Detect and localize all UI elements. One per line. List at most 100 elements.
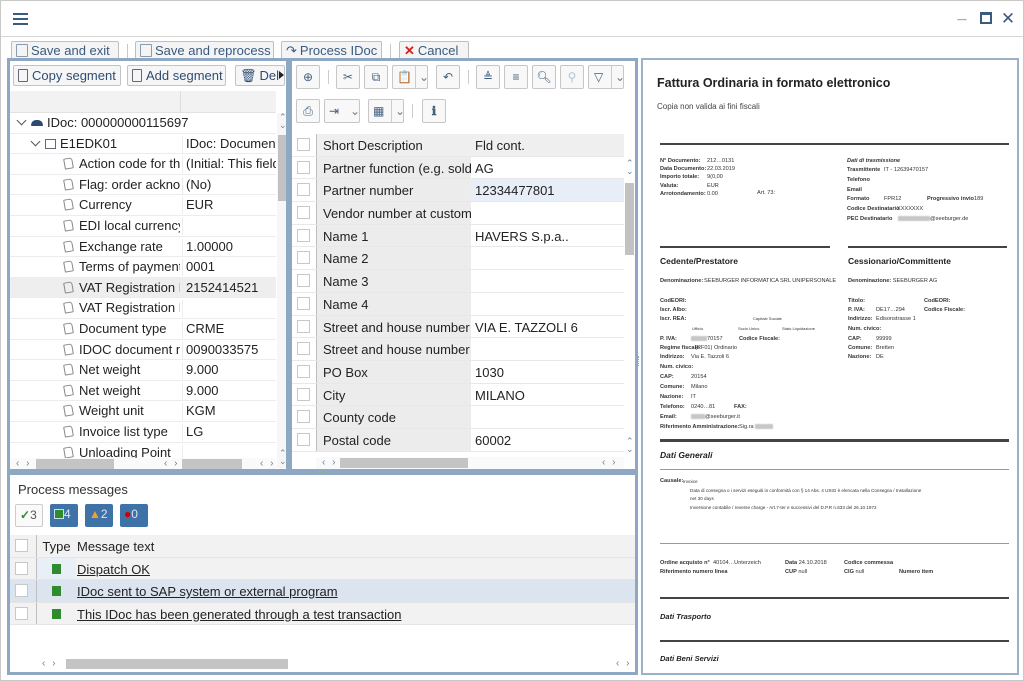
field-content[interactable]: MILANO — [471, 383, 624, 406]
field-table-row[interactable]: Street and house number 1 VIA E. TAZZOLI … — [292, 315, 624, 339]
row-checkbox[interactable] — [297, 364, 310, 378]
document-splitter[interactable] — [638, 356, 640, 366]
message-row[interactable]: This IDoc has been generated through a t… — [10, 602, 635, 625]
field-table-row[interactable]: Postal code 60002 — [292, 428, 624, 452]
field-content[interactable]: HAVERS S.p.a.. — [471, 224, 624, 247]
row-checkbox[interactable] — [297, 206, 310, 220]
field-content[interactable] — [471, 406, 624, 428]
field-table-row[interactable]: Partner function (e.g. sold... AG — [292, 156, 624, 180]
row-checkbox[interactable] — [297, 228, 310, 242]
horizontal-splitter[interactable] — [315, 472, 327, 474]
more-arrow-icon[interactable] — [279, 71, 284, 79]
field-table-row[interactable]: Name 3 — [292, 270, 624, 293]
field-content[interactable] — [471, 247, 624, 270]
row-checkbox[interactable] — [297, 160, 310, 174]
field-content[interactable] — [471, 270, 624, 292]
tree-field-row[interactable]: IDOC document num0090033575 — [10, 340, 276, 361]
field-content[interactable]: AG — [471, 156, 624, 179]
find-button[interactable]: 🔍︎ — [532, 65, 556, 89]
tree-field-row[interactable]: Weight unit KGM — [10, 401, 276, 422]
row-checkbox[interactable] — [297, 319, 310, 333]
field-vertical-scrollbar[interactable]: ⌃ ⌄ ⌃ ⌄ — [624, 157, 635, 454]
info-button[interactable]: ℹ — [422, 99, 446, 123]
tree-field-row[interactable]: Currency EUR — [10, 195, 276, 216]
field-horizontal-scrollbar[interactable]: ‹ › ‹ › — [316, 457, 624, 469]
tree-field-row[interactable]: Flag: order acknowle(No) — [10, 175, 276, 196]
tree-field-row[interactable]: VAT Registration Nur2152414521 — [10, 277, 276, 299]
row-checkbox[interactable] — [297, 410, 310, 424]
tree-field-row[interactable]: Net weight 9.000 — [10, 381, 276, 402]
field-table-row[interactable]: Partner number 12334477801 — [292, 179, 624, 203]
message-row[interactable]: IDoc sent to SAP system or external prog… — [10, 580, 635, 603]
field-content[interactable] — [471, 338, 624, 360]
print-button[interactable]: ⎙ — [296, 99, 320, 123]
chevron-down-icon[interactable]: ⌄ — [415, 66, 429, 88]
tree-field-row[interactable]: Net weight 9.000 — [10, 360, 276, 381]
chevron-down-icon[interactable] — [16, 115, 27, 126]
message-text-link[interactable]: This IDoc has been generated through a t… — [77, 607, 401, 622]
tree-field-row[interactable]: EDI local currency — [10, 216, 276, 237]
field-table-row[interactable]: Vendor number at custom... — [292, 202, 624, 225]
close-button[interactable]: ✕ — [999, 9, 1017, 29]
filter-success-button[interactable]: 4 — [50, 504, 78, 527]
vertical-splitter[interactable] — [287, 256, 290, 266]
chevron-down-icon[interactable]: ⌄ — [391, 100, 405, 122]
row-checkbox[interactable] — [15, 606, 28, 620]
row-checkbox[interactable] — [297, 183, 310, 197]
field-table-row[interactable]: PO Box 1030 — [292, 360, 624, 384]
field-table-row[interactable]: Name 1 HAVERS S.p.a.. — [292, 224, 624, 248]
tree-field-row[interactable]: VAT Registration Nur — [10, 298, 276, 319]
row-checkbox[interactable] — [15, 561, 28, 575]
layout-button[interactable]: ▦ ⌄ — [368, 99, 405, 123]
export-button[interactable]: ⇥ ⌄ — [324, 99, 360, 123]
chevron-down-icon[interactable]: ⌄ — [347, 100, 360, 122]
field-table-row[interactable]: Name 2 — [292, 247, 624, 271]
row-checkbox[interactable] — [297, 274, 310, 288]
field-content[interactable] — [471, 202, 624, 224]
tree-root-row[interactable]: IDoc: 000000000115697 — [10, 113, 276, 134]
find-next-button[interactable]: ⚲ — [560, 65, 584, 89]
field-content[interactable]: 12334477801 — [471, 179, 624, 202]
messages-horizontal-scrollbar[interactable]: ‹ › ‹ › — [36, 658, 635, 670]
menu-icon[interactable] — [13, 13, 28, 25]
tree-horizontal-scrollbar[interactable]: ‹ › ‹ › ‹ › — [10, 458, 276, 469]
tree-vertical-scrollbar[interactable]: ⌃ ⌄ ⌃ ⌄ — [277, 113, 286, 468]
row-checkbox[interactable] — [15, 584, 28, 597]
select-all-checkbox[interactable] — [297, 138, 310, 151]
chevron-down-icon[interactable]: ⌄ — [611, 66, 625, 88]
select-all-checkbox[interactable] — [15, 539, 28, 552]
sort-ascending-button[interactable]: ≜ — [476, 65, 500, 89]
field-content[interactable] — [471, 292, 624, 315]
undo-button[interactable]: ↶ — [436, 65, 460, 89]
zoom-detail-button[interactable]: ⊕ — [296, 65, 320, 89]
paste-button[interactable]: 📋 ⌄ — [392, 65, 429, 89]
tree-field-row[interactable]: Terms of payment ke0001 — [10, 257, 276, 278]
row-checkbox[interactable] — [297, 387, 310, 401]
tree-field-row[interactable]: Invoice list type LG — [10, 422, 276, 443]
field-table-row[interactable]: Street and house number 2 — [292, 338, 624, 361]
sort-descending-button[interactable]: ≡ — [504, 65, 528, 89]
chevron-down-icon[interactable] — [30, 136, 41, 147]
minimize-button[interactable]: _ — [953, 5, 971, 23]
tree-field-row[interactable]: Action code for the v(Initial: This fiel… — [10, 154, 276, 175]
add-segment-button[interactable]: Add segment — [127, 65, 226, 86]
maximize-button[interactable] — [977, 9, 995, 29]
tree-segment-row[interactable]: E1EDK01 IDoc: Document — [10, 134, 276, 155]
message-text-link[interactable]: IDoc sent to SAP system or external prog… — [77, 584, 338, 599]
field-table-row[interactable]: City MILANO — [292, 383, 624, 407]
message-row[interactable]: Dispatch OK — [10, 557, 635, 580]
field-table-row[interactable]: County code — [292, 406, 624, 429]
field-content[interactable]: VIA E. TAZZOLI 6 — [471, 315, 624, 338]
field-table-row[interactable]: Name 4 — [292, 292, 624, 316]
copy-button[interactable]: ⧉ — [364, 65, 388, 89]
row-checkbox[interactable] — [297, 251, 310, 265]
field-content[interactable]: 1030 — [471, 360, 624, 383]
tree-field-row[interactable]: Exchange rate 1.00000 — [10, 237, 276, 258]
row-checkbox[interactable] — [297, 342, 310, 356]
filter-error-button[interactable]: ●0 — [120, 504, 148, 527]
cut-button[interactable]: ✂ — [336, 65, 360, 89]
filter-all-button[interactable]: ✓3 — [15, 504, 43, 527]
copy-segment-button[interactable]: Copy segment — [13, 65, 121, 86]
tree-field-row[interactable]: Document type CRME — [10, 319, 276, 340]
message-text-link[interactable]: Dispatch OK — [77, 562, 150, 577]
